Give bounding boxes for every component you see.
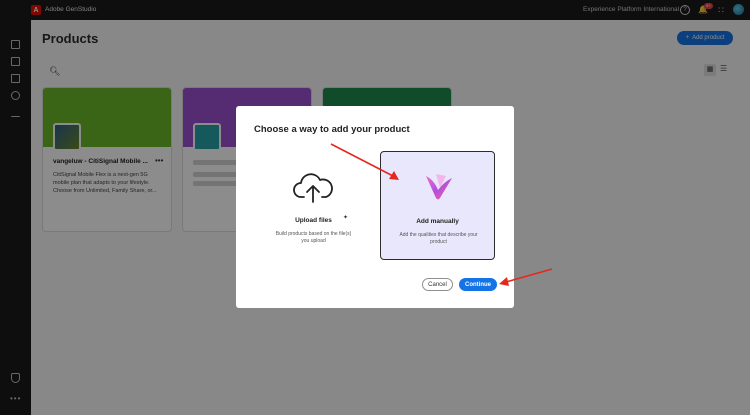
sparkle-icon: ✦ <box>343 215 349 221</box>
add-manually-description: Add the qualities that describe your pro… <box>399 232 478 245</box>
upload-files-description: Build products based on the file(s) you … <box>275 231 352 244</box>
upload-files-label: Upload files <box>295 217 332 224</box>
add-manually-label: Add manually <box>416 218 459 225</box>
cancel-button[interactable]: Cancel <box>422 278 453 291</box>
genstudio-brand-icon <box>426 174 452 200</box>
add-product-dialog: Choose a way to add your product Upload … <box>236 106 514 308</box>
add-manually-option[interactable]: Add manually Add the qualities that desc… <box>380 151 495 260</box>
continue-button[interactable]: Continue <box>459 278 497 291</box>
cloud-upload-icon <box>293 173 333 203</box>
upload-files-option[interactable]: Upload files ✦ Build products based on t… <box>256 151 371 260</box>
dialog-title: Choose a way to add your product <box>254 124 410 135</box>
